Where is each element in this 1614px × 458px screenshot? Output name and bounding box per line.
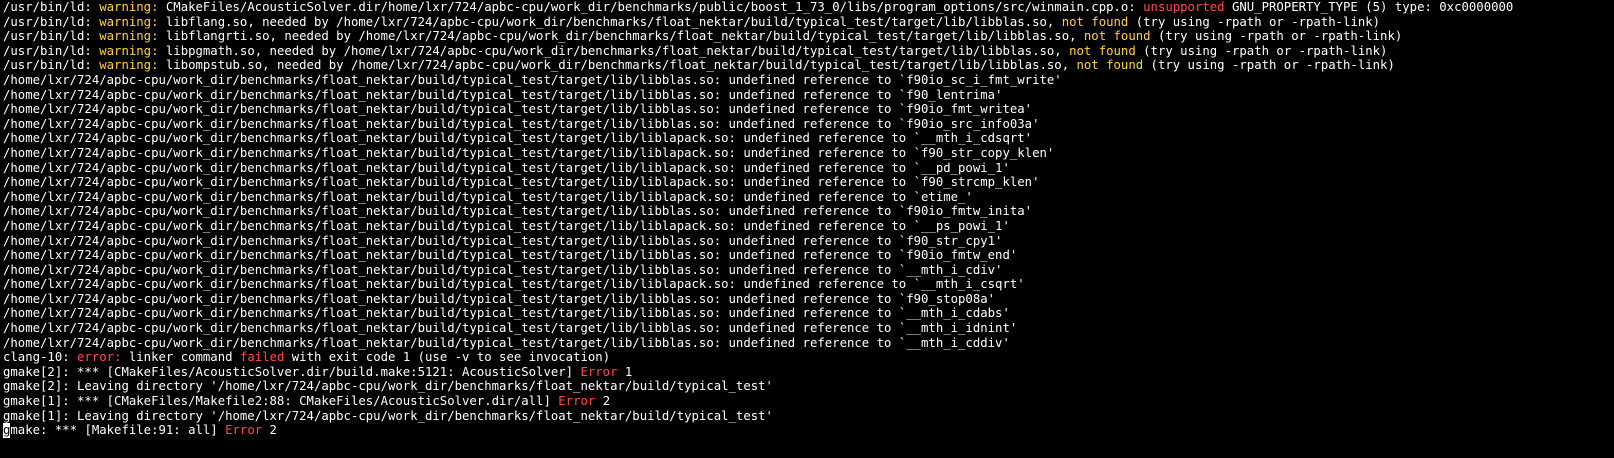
terminal-line: /home/lxr/724/apbc-cpu/work_dir/benchmar… <box>3 175 1614 190</box>
output-text: (try using -rpath or -rpath-link) <box>1150 29 1403 44</box>
output-text: 2 <box>262 423 277 438</box>
terminal-line: /home/lxr/724/apbc-cpu/work_dir/benchmar… <box>3 73 1614 88</box>
output-text: /home/lxr/724/apbc-cpu/work_dir/benchmar… <box>3 102 1033 117</box>
output-text: libflang.so, needed by /home/lxr/724/apb… <box>158 14 1062 29</box>
error-text: Error <box>580 364 618 379</box>
terminal-line: /usr/bin/ld: warning: libompstub.so, nee… <box>3 58 1614 73</box>
terminal-line: /home/lxr/724/apbc-cpu/work_dir/benchmar… <box>3 88 1614 103</box>
warning-text: not found <box>1083 29 1151 44</box>
terminal-line: /home/lxr/724/apbc-cpu/work_dir/benchmar… <box>3 277 1614 292</box>
output-text: gmake[1]: *** [CMakeFiles/Makefile2:88: … <box>3 394 559 409</box>
terminal-line: clang-10: error: linker command failed w… <box>3 350 1614 365</box>
output-text: /usr/bin/ld: <box>3 0 100 14</box>
error-text: Error <box>225 423 263 438</box>
warning-text: not found <box>1061 14 1129 29</box>
terminal-line: gmake[2]: *** [CMakeFiles/AcousticSolver… <box>3 365 1614 380</box>
warning-text: warning: <box>99 58 159 73</box>
terminal-line: gmake[1]: *** [CMakeFiles/Makefile2:88: … <box>3 394 1614 409</box>
output-text: /home/lxr/724/apbc-cpu/work_dir/benchmar… <box>3 204 1033 219</box>
output-text: /home/lxr/724/apbc-cpu/work_dir/benchmar… <box>3 175 1040 190</box>
output-text: (try using -rpath or -rpath-link) <box>1128 14 1381 29</box>
output-text: /home/lxr/724/apbc-cpu/work_dir/benchmar… <box>3 248 1018 263</box>
terminal-line: /home/lxr/724/apbc-cpu/work_dir/benchmar… <box>3 234 1614 249</box>
output-text: /usr/bin/ld: <box>3 43 100 58</box>
output-text: make: *** [Makefile:91: all] <box>10 423 226 438</box>
terminal-line: gmake[2]: Leaving directory '/home/lxr/7… <box>3 379 1614 394</box>
warning-text: warning: <box>99 0 159 14</box>
terminal-line: /usr/bin/ld: warning: libflangrti.so, ne… <box>3 29 1614 44</box>
terminal-line: /usr/bin/ld: warning: libpgmath.so, need… <box>3 44 1614 59</box>
output-text: /usr/bin/ld: <box>3 29 100 44</box>
output-text: 2 <box>595 394 611 409</box>
output-text: /home/lxr/724/apbc-cpu/work_dir/benchmar… <box>3 335 1010 350</box>
terminal-line: /home/lxr/724/apbc-cpu/work_dir/benchmar… <box>3 306 1614 321</box>
error-text: unsupported <box>1143 0 1225 14</box>
output-text: gmake[2]: Leaving directory '/home/lxr/7… <box>3 379 773 394</box>
output-text: /home/lxr/724/apbc-cpu/work_dir/benchmar… <box>3 160 1010 175</box>
output-text: /home/lxr/724/apbc-cpu/work_dir/benchmar… <box>3 189 973 204</box>
warning-text: warning: <box>99 43 159 58</box>
terminal-output[interactable]: /usr/bin/ld: warning: CMakeFiles/Acousti… <box>0 0 1614 458</box>
output-text: /home/lxr/724/apbc-cpu/work_dir/benchmar… <box>3 87 1003 102</box>
terminal-line: /home/lxr/724/apbc-cpu/work_dir/benchmar… <box>3 248 1614 263</box>
warning-text: warning: <box>99 29 159 44</box>
output-text: /home/lxr/724/apbc-cpu/work_dir/benchmar… <box>3 291 996 306</box>
terminal-line: /home/lxr/724/apbc-cpu/work_dir/benchmar… <box>3 190 1614 205</box>
terminal-line: /home/lxr/724/apbc-cpu/work_dir/benchmar… <box>3 336 1614 351</box>
terminal-line: gmake: *** [Makefile:91: all] Error 2 <box>3 423 1614 438</box>
terminal-line: /home/lxr/724/apbc-cpu/work_dir/benchmar… <box>3 161 1614 176</box>
terminal-line: /home/lxr/724/apbc-cpu/work_dir/benchmar… <box>3 204 1614 219</box>
terminal-line: /usr/bin/ld: warning: libflang.so, neede… <box>3 15 1614 30</box>
output-text: libompstub.so, needed by /home/lxr/724/a… <box>158 58 1077 73</box>
error-text: failed <box>239 350 285 365</box>
output-text: /home/lxr/724/apbc-cpu/work_dir/benchmar… <box>3 116 1040 131</box>
terminal-line: /home/lxr/724/apbc-cpu/work_dir/benchmar… <box>3 292 1614 307</box>
output-text: libpgmath.so, needed by /home/lxr/724/ap… <box>158 43 1070 58</box>
output-text: gmake[1]: Leaving directory '/home/lxr/7… <box>3 408 773 423</box>
output-text: /home/lxr/724/apbc-cpu/work_dir/benchmar… <box>3 306 1010 321</box>
output-text: clang-10: <box>3 350 78 365</box>
terminal-line: gmake[1]: Leaving directory '/home/lxr/7… <box>3 409 1614 424</box>
warning-text: not found <box>1076 58 1144 73</box>
output-text: linker command <box>121 350 240 365</box>
terminal-line: /home/lxr/724/apbc-cpu/work_dir/benchmar… <box>3 321 1614 336</box>
output-text: with exit code 1 (use -v to see invocati… <box>284 350 611 365</box>
output-text: /home/lxr/724/apbc-cpu/work_dir/benchmar… <box>3 145 1055 160</box>
output-text: CMakeFiles/AcousticSolver.dir/home/lxr/7… <box>158 0 1144 14</box>
output-text: /home/lxr/724/apbc-cpu/work_dir/benchmar… <box>3 218 1010 233</box>
output-text: /home/lxr/724/apbc-cpu/work_dir/benchmar… <box>3 262 1003 277</box>
terminal-line: /home/lxr/724/apbc-cpu/work_dir/benchmar… <box>3 117 1614 132</box>
terminal-line: /home/lxr/724/apbc-cpu/work_dir/benchmar… <box>3 131 1614 146</box>
output-text: /home/lxr/724/apbc-cpu/work_dir/benchmar… <box>3 131 1033 146</box>
error-text: Error <box>558 394 596 409</box>
terminal-line: /home/lxr/724/apbc-cpu/work_dir/benchmar… <box>3 263 1614 278</box>
output-text: /home/lxr/724/apbc-cpu/work_dir/benchmar… <box>3 321 1018 336</box>
warning-text: warning: <box>99 14 159 29</box>
output-text: 1 <box>617 364 633 379</box>
output-text: /home/lxr/724/apbc-cpu/work_dir/benchmar… <box>3 72 1062 87</box>
output-text: gmake[2]: *** [CMakeFiles/AcousticSolver… <box>3 364 581 379</box>
terminal-line: /home/lxr/724/apbc-cpu/work_dir/benchmar… <box>3 146 1614 161</box>
output-text: libflangrti.so, needed by /home/lxr/724/… <box>158 29 1084 44</box>
output-text: /usr/bin/ld: <box>3 58 100 73</box>
warning-text: not found <box>1069 43 1136 58</box>
output-text: (try using -rpath or -rpath-link) <box>1143 58 1395 73</box>
terminal-line: /home/lxr/724/apbc-cpu/work_dir/benchmar… <box>3 219 1614 234</box>
output-text: /home/lxr/724/apbc-cpu/work_dir/benchmar… <box>3 233 1003 248</box>
terminal-line: /home/lxr/724/apbc-cpu/work_dir/benchmar… <box>3 102 1614 117</box>
error-text: error: <box>77 350 122 365</box>
output-text: (try using -rpath or -rpath-link) <box>1135 43 1388 58</box>
terminal-line: /usr/bin/ld: warning: CMakeFiles/Acousti… <box>3 0 1614 15</box>
output-text: /home/lxr/724/apbc-cpu/work_dir/benchmar… <box>3 277 1025 292</box>
output-text: /usr/bin/ld: <box>3 14 100 29</box>
output-text: GNU_PROPERTY_TYPE (5) type: 0xc0000000 <box>1224 0 1514 14</box>
